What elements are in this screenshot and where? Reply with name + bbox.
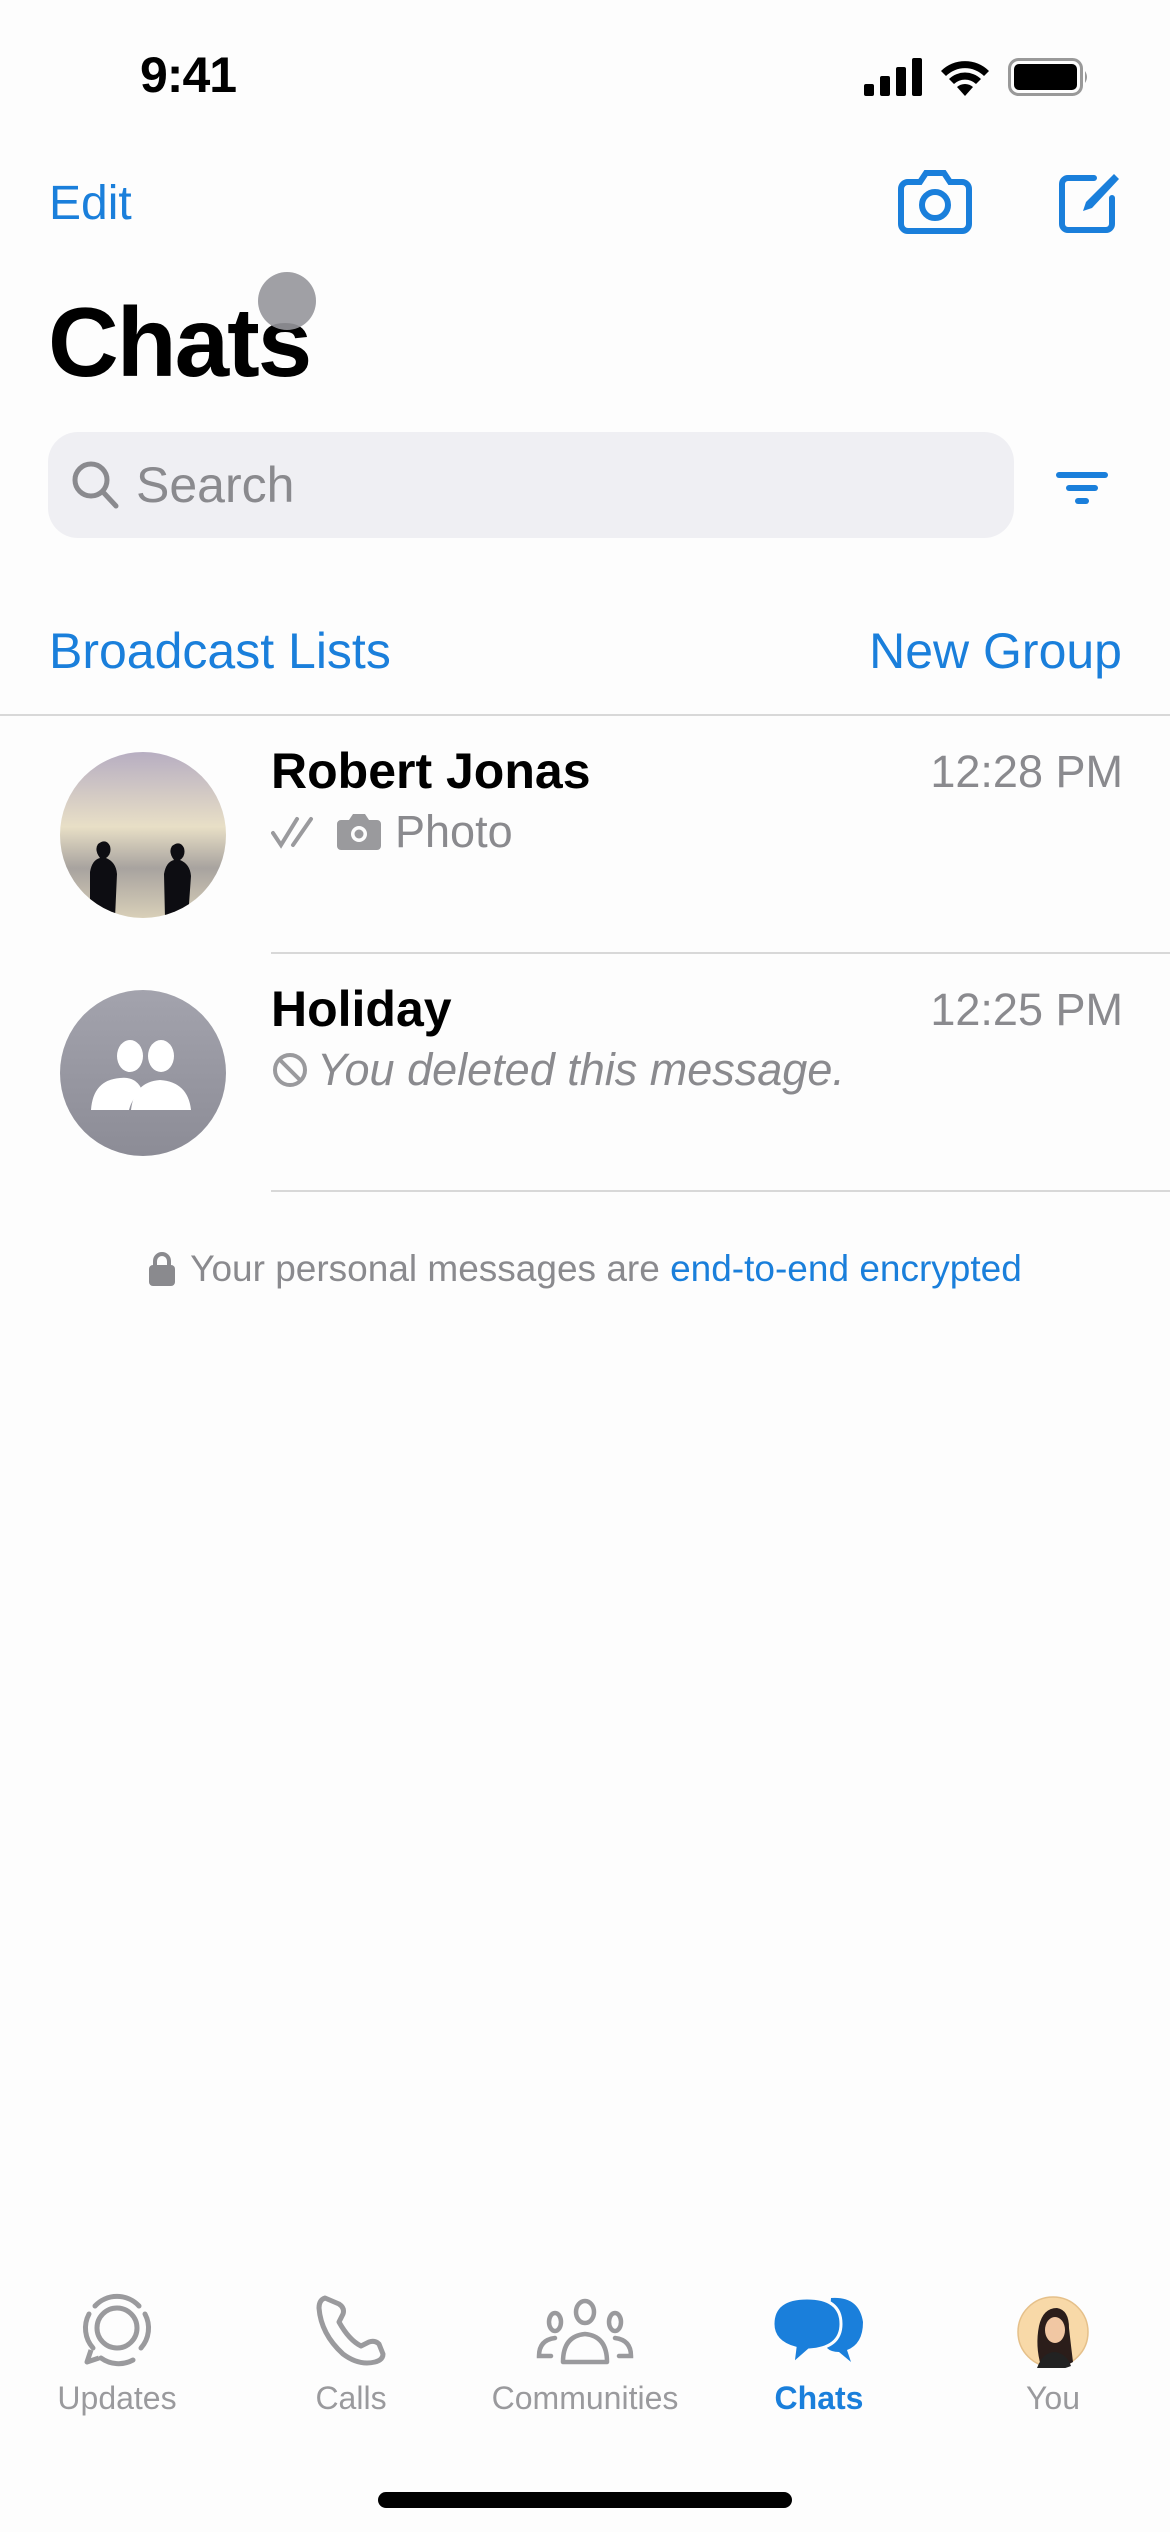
row-divider bbox=[271, 1190, 1170, 1192]
filter-icon bbox=[1056, 472, 1108, 504]
tab-updates[interactable]: Updates bbox=[0, 2290, 234, 2420]
touch-indicator bbox=[258, 272, 316, 330]
chat-time: 12:25 PM bbox=[930, 984, 1123, 1035]
battery-icon bbox=[1008, 58, 1087, 96]
compose-button[interactable] bbox=[1058, 170, 1122, 239]
tab-bar: Updates Calls Communities Chats You bbox=[0, 2290, 1170, 2420]
chats-icon bbox=[771, 2296, 863, 2368]
new-group-link[interactable]: New Group bbox=[869, 622, 1122, 680]
wifi-icon bbox=[941, 61, 989, 96]
filter-button[interactable] bbox=[1056, 470, 1108, 511]
tab-calls[interactable]: Calls bbox=[234, 2290, 468, 2420]
tab-you[interactable]: You bbox=[936, 2290, 1170, 2420]
edit-button[interactable]: Edit bbox=[49, 176, 132, 231]
compose-icon bbox=[1059, 174, 1119, 233]
search-icon bbox=[72, 461, 119, 509]
contact-avatar bbox=[60, 752, 226, 918]
status-time: 9:41 bbox=[140, 47, 237, 103]
chat-name: Robert Jonas bbox=[271, 743, 591, 799]
encryption-link[interactable]: end-to-end encrypted bbox=[670, 1248, 1022, 1289]
tab-chats[interactable]: Chats bbox=[702, 2290, 936, 2420]
group-avatar bbox=[60, 990, 226, 1156]
status-icons bbox=[864, 58, 1090, 96]
tab-communities[interactable]: Communities bbox=[468, 2290, 702, 2420]
chat-row[interactable]: Robert Jonas 12:28 PM Photo bbox=[0, 716, 1170, 954]
encryption-notice: Your personal messages are end-to-end en… bbox=[0, 1248, 1170, 1290]
home-indicator bbox=[378, 2492, 792, 2508]
group-icon bbox=[91, 1040, 191, 1110]
lock-icon bbox=[149, 1252, 176, 1286]
chat-preview-text: Photo bbox=[395, 806, 513, 857]
tab-label: Chats bbox=[774, 2380, 864, 2416]
tab-label: You bbox=[1026, 2380, 1080, 2416]
profile-avatar bbox=[1017, 2296, 1089, 2368]
phone-icon bbox=[316, 2295, 386, 2366]
camera-button[interactable] bbox=[898, 168, 972, 239]
double-check-icon bbox=[271, 817, 313, 849]
chat-time: 12:28 PM bbox=[930, 746, 1123, 797]
tab-label: Communities bbox=[491, 2380, 679, 2416]
search-input[interactable] bbox=[134, 455, 938, 515]
updates-icon bbox=[82, 2293, 152, 2367]
camera-icon bbox=[898, 170, 972, 234]
communities-icon bbox=[536, 2298, 634, 2365]
search-bar[interactable] bbox=[48, 432, 1014, 538]
deleted-icon bbox=[273, 1053, 307, 1087]
broadcast-lists-link[interactable]: Broadcast Lists bbox=[49, 622, 391, 680]
chat-row[interactable]: Holiday 12:25 PM You deleted this messag… bbox=[0, 954, 1170, 1192]
chat-name: Holiday bbox=[271, 981, 452, 1037]
signal-icon bbox=[864, 58, 922, 96]
camera-icon bbox=[337, 814, 381, 850]
chat-preview-text: You deleted this message. bbox=[317, 1044, 845, 1095]
tab-label: Updates bbox=[57, 2380, 177, 2416]
encryption-text: Your personal messages are bbox=[190, 1248, 660, 1289]
tab-label: Calls bbox=[315, 2380, 387, 2416]
